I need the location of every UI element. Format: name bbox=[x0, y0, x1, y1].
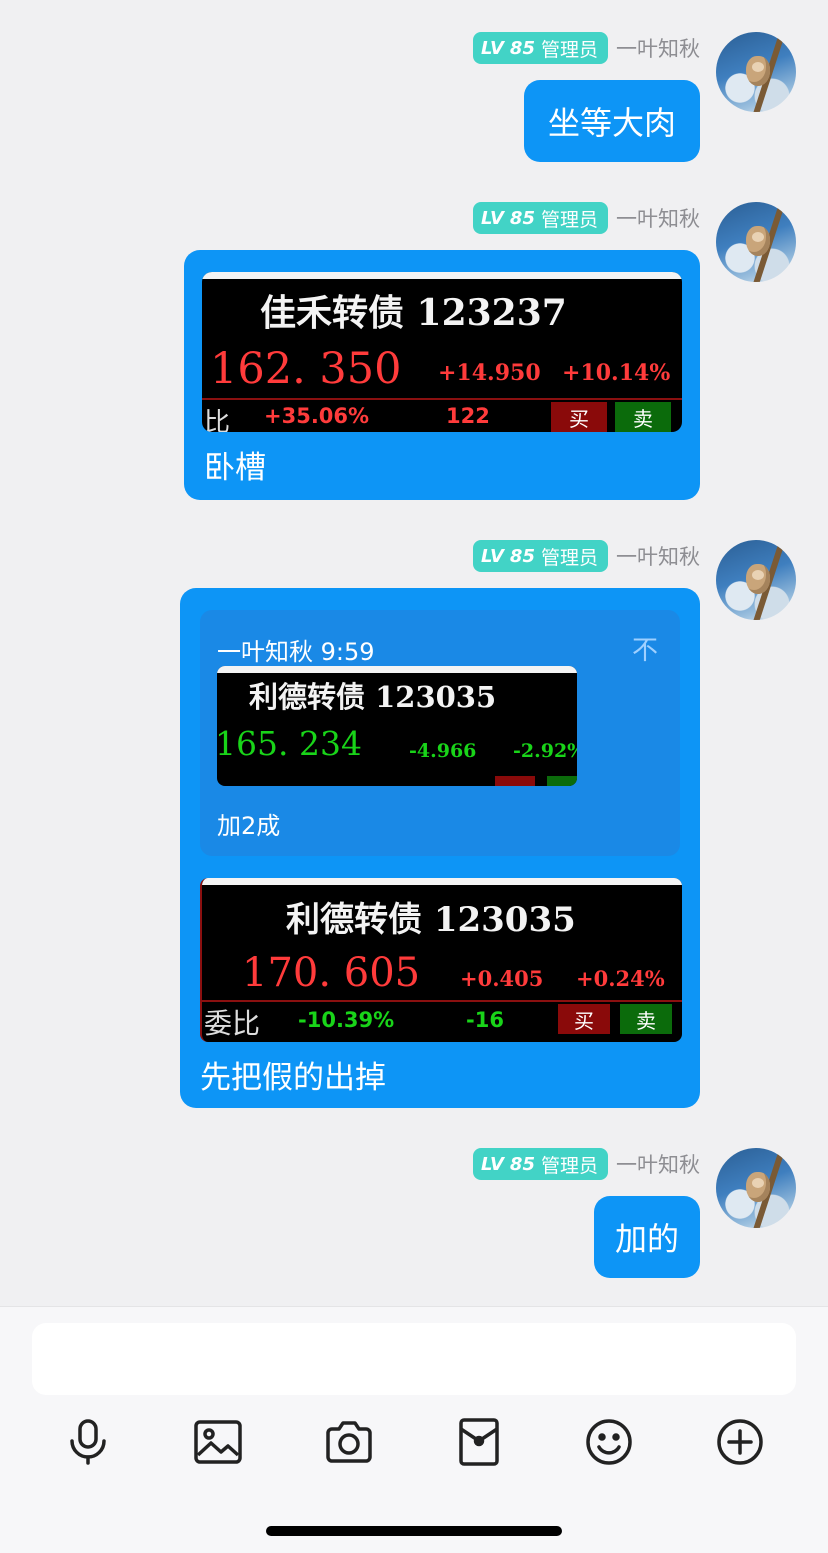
ratio-value: -10.39% bbox=[298, 1008, 395, 1032]
message-caption: 卧槽 bbox=[204, 450, 266, 486]
quote-change: +0.405 bbox=[460, 966, 544, 991]
role-label: 管理员 bbox=[540, 38, 598, 61]
level-badge: LV 85 管理员 bbox=[473, 540, 608, 572]
message-bubble[interactable]: 一叶知秋 9:59 不 利德转债 123035 165. 234 -4.966 … bbox=[180, 588, 700, 1108]
collapse-icon[interactable]: 不 bbox=[632, 630, 658, 667]
quoted-reply[interactable]: 一叶知秋 9:59 不 利德转债 123035 165. 234 -4.966 … bbox=[200, 610, 680, 856]
message-row: LV 85 管理员 一叶知秋 坐等大肉 bbox=[0, 32, 828, 162]
sender-name[interactable]: 一叶知秋 bbox=[616, 541, 700, 571]
buy-button: 买 bbox=[558, 1004, 610, 1034]
add-icon[interactable] bbox=[715, 1417, 765, 1467]
level-badge: LV 85 管理员 bbox=[473, 202, 608, 234]
message-bubble[interactable]: 加的 bbox=[594, 1196, 700, 1278]
home-indicator[interactable] bbox=[266, 1526, 562, 1536]
sender-info: LV 85 管理员 一叶知秋 bbox=[473, 1148, 700, 1180]
quote-percent: -2.92% bbox=[513, 740, 577, 762]
role-label: 管理员 bbox=[540, 1154, 598, 1177]
sell-button: 卖 bbox=[620, 1004, 672, 1034]
input-bar bbox=[0, 1306, 828, 1553]
camera-icon[interactable] bbox=[324, 1417, 374, 1467]
reply-quote-image[interactable]: 利德转债 123035 165. 234 -4.966 -2.92% bbox=[217, 666, 577, 786]
red-packet-icon[interactable] bbox=[454, 1417, 504, 1467]
level-badge: LV 85 管理员 bbox=[473, 32, 608, 64]
message-row: LV 85 管理员 一叶知秋 佳禾转债 123237 162. 350 +14.95… bbox=[0, 202, 828, 502]
reply-header: 一叶知秋 9:59 bbox=[217, 638, 375, 666]
stock-quote-image[interactable]: 利德转债 123035 170. 605 +0.405 +0.24% 委比 -1… bbox=[200, 878, 682, 1042]
quote-price: 165. 234 bbox=[217, 724, 362, 763]
message-bubble[interactable]: 坐等大肉 bbox=[524, 80, 700, 162]
sell-button: 卖 bbox=[615, 402, 671, 432]
role-label: 管理员 bbox=[540, 546, 598, 569]
role-label: 管理员 bbox=[540, 208, 598, 231]
quote-change: -4.966 bbox=[409, 740, 477, 762]
avatar[interactable] bbox=[716, 540, 796, 620]
ratio-label: 委比 bbox=[204, 1007, 261, 1040]
avatar[interactable] bbox=[716, 32, 796, 112]
level-badge: LV 85 管理员 bbox=[473, 1148, 608, 1180]
sender-info: LV 85 管理员 一叶知秋 bbox=[473, 202, 700, 234]
message-row: LV 85 管理员 一叶知秋 一叶知秋 9:59 不 利德转债 123035 165… bbox=[0, 540, 828, 1110]
quote-percent: +0.24% bbox=[576, 966, 665, 991]
emoji-icon[interactable] bbox=[584, 1417, 634, 1467]
diff-value: 122 bbox=[446, 404, 490, 428]
stock-quote-image[interactable]: 佳禾转债 123237 162. 350 +14.950 +10.14% 比 +… bbox=[202, 272, 682, 432]
avatar[interactable] bbox=[716, 202, 796, 282]
diff-value: -16 bbox=[466, 1008, 504, 1032]
sender-name[interactable]: 一叶知秋 bbox=[616, 1149, 700, 1179]
quote-change: +14.950 bbox=[438, 360, 541, 386]
message-bubble[interactable]: 佳禾转债 123237 162. 350 +14.950 +10.14% 比 +… bbox=[184, 250, 700, 500]
avatar[interactable] bbox=[716, 1148, 796, 1228]
quote-price: 170. 605 bbox=[242, 950, 421, 996]
sender-name[interactable]: 一叶知秋 bbox=[616, 203, 700, 233]
ratio-label: 比 bbox=[204, 408, 231, 432]
microphone-icon[interactable] bbox=[63, 1417, 113, 1467]
message-caption: 先把假的出掉 bbox=[200, 1060, 386, 1096]
sender-name[interactable]: 一叶知秋 bbox=[616, 33, 700, 63]
quote-title: 利德转债 123035 bbox=[249, 680, 497, 714]
quote-title: 利德转债 123035 bbox=[286, 900, 576, 940]
buy-button: 买 bbox=[551, 402, 607, 432]
reply-caption: 加2成 bbox=[217, 812, 281, 840]
sender-info: LV 85 管理员 一叶知秋 bbox=[473, 32, 700, 64]
quote-title: 佳禾转债 123237 bbox=[260, 292, 567, 334]
quote-percent: +10.14% bbox=[562, 360, 671, 386]
quote-price: 162. 350 bbox=[210, 344, 402, 394]
message-input[interactable] bbox=[32, 1323, 796, 1395]
sender-info: LV 85 管理员 一叶知秋 bbox=[473, 540, 700, 572]
ratio-value: +35.06% bbox=[264, 404, 370, 428]
message-row: LV 85 管理员 一叶知秋 加的 bbox=[0, 1148, 828, 1278]
image-icon[interactable] bbox=[193, 1417, 243, 1467]
